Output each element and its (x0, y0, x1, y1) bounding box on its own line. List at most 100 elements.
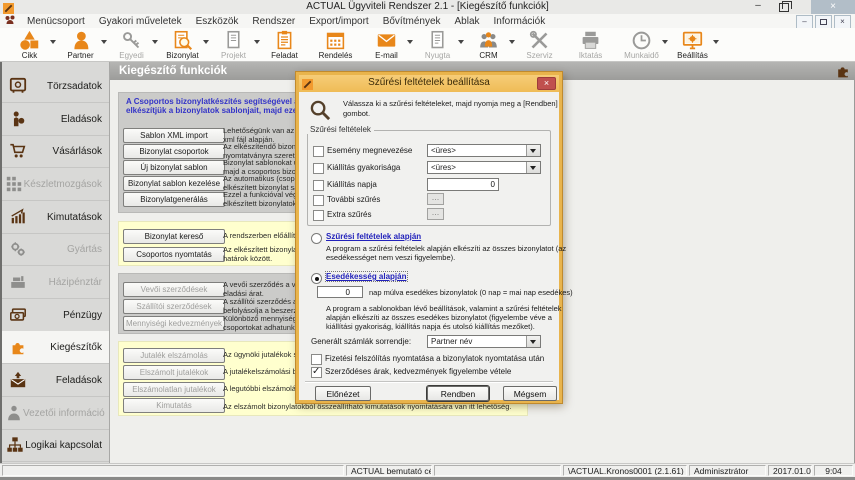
toolbar-item-bizonylat[interactable]: Bizonylat (157, 28, 208, 61)
sidebar-item-torzsadatok[interactable]: Törzsadatok (2, 70, 109, 103)
mdi-minimize-button[interactable]: – (796, 15, 813, 29)
minimize-button[interactable]: – (749, 0, 767, 13)
toolbar-item-cikk[interactable]: Cikk (4, 28, 55, 61)
button-description: Különböző mennyiségtőcsoportokat adhatun… (223, 314, 303, 332)
toolbar-item-partner[interactable]: Partner (55, 28, 106, 61)
button-description: A legutóbbi elszámolás ó (223, 384, 306, 393)
menu-eszkozok[interactable]: Eszközök (189, 16, 246, 27)
sidebar-item-eladasok[interactable]: Eladások (2, 103, 109, 136)
sidebar-item-feladasok[interactable]: Feladások (2, 364, 109, 397)
due-based-desc: kiállítási gyakoriság, kiállítás napja é… (326, 322, 535, 331)
sidebar-item-hazipenztar: Házipénztár (2, 266, 109, 299)
toolbar-item-email[interactable]: E-mail (361, 28, 412, 61)
extra-szures-checkbox[interactable] (313, 210, 324, 221)
application-window: ACTUAL Ügyviteli Rendszer 2.1 - [Kiegész… (0, 0, 855, 480)
cash-register-icon (5, 273, 31, 291)
toolbar-item-beallitas[interactable]: Beállítás (667, 28, 718, 61)
cancel-button[interactable]: Mégsem (503, 386, 557, 401)
menubar: Menücsoport Gyakori műveletek Eszközök R… (0, 14, 855, 28)
toolbar-item-egyedi: Egyedi (106, 28, 157, 61)
bizonylat-csoportok-button[interactable]: Bizonylat csoportok (123, 144, 225, 159)
menu-gyakori-muveletek[interactable]: Gyakori műveletek (92, 16, 189, 27)
mdi-window-controls: – × (796, 15, 851, 29)
kiallitas-napja-checkbox[interactable] (313, 180, 324, 191)
button-description: A jutalékelszámolási bizo (223, 367, 306, 376)
order-combobox[interactable]: Partner név (427, 335, 541, 348)
button-description: Az ügynöki jutalékok sze (223, 350, 305, 359)
document-icon (208, 30, 259, 51)
kiallitas-napja-input[interactable] (427, 178, 499, 191)
toolbar-item-feladat[interactable]: Feladat (259, 28, 310, 61)
chevron-down-icon[interactable] (526, 336, 540, 347)
status-empty-cell (434, 465, 561, 476)
payment-reminder-checkbox[interactable] (311, 354, 322, 365)
filter-based-radio-label[interactable]: Szűrési feltételek alapján (326, 232, 421, 241)
jutalek-elszamolas-button: Jutalék elszámolás (123, 348, 225, 363)
contract-prices-checkbox[interactable] (311, 367, 322, 378)
bizonylatgeneralas-button[interactable]: Bizonylatgenerálás (123, 192, 225, 207)
toolbar-item-rendeles[interactable]: Rendelés (310, 28, 361, 61)
sidebar-item-vasarlasok[interactable]: Vásárlások (2, 135, 109, 168)
due-based-radio[interactable] (311, 273, 322, 284)
restore-button[interactable] (779, 3, 789, 12)
filter-based-desc: A program a szűrési feltételek alapján e… (326, 244, 566, 253)
menu-export-import[interactable]: Export/import (302, 16, 375, 27)
elszamolt-jutalekok-button: Elszámolt jutalékok (123, 365, 225, 380)
sidebar: Törzsadatok Eladások Vásárlások Készletm… (2, 62, 110, 463)
sidebar-item-logikai-kapcsolat[interactable]: Logikai kapcsolat (2, 429, 109, 462)
close-button[interactable]: × (811, 0, 855, 14)
payment-reminder-label: Fizetési felszólítás nyomtatása a bizony… (325, 354, 544, 363)
envelope-send-icon (5, 371, 31, 389)
kiallitas-gyakorisaga-combobox[interactable]: <üres> (427, 161, 541, 174)
sidebar-item-penzugy[interactable]: Pénzügy (2, 299, 109, 332)
grid-icon (5, 175, 24, 193)
tovabbi-szures-label: További szűrés (327, 195, 380, 204)
uj-bizonylat-sablon-button[interactable]: Új bizonylat sablon (123, 160, 225, 175)
esemeny-checkbox[interactable] (313, 146, 324, 157)
menu-rendszer[interactable]: Rendszer (245, 16, 302, 27)
due-based-radio-label[interactable]: Esedékesség alapján (326, 272, 407, 281)
envelope-icon (361, 30, 412, 51)
esemeny-label: Esemény megnevezése (327, 146, 412, 155)
esemeny-combobox[interactable]: <üres> (427, 144, 541, 157)
sidebar-item-kiegeszitok[interactable]: Kiegészítők (2, 331, 109, 364)
magnifier-icon (309, 99, 332, 127)
extra-szures-label: Extra szűrés (327, 210, 371, 219)
page-title: Kiegészítő funkciók (119, 65, 227, 77)
toolbar-item-szerviz: Szerviz (514, 28, 565, 61)
menu-informaciok[interactable]: Információk (487, 16, 553, 27)
mdi-close-button[interactable]: × (834, 15, 851, 29)
due-days-input[interactable] (317, 286, 363, 298)
menu-menucsoport[interactable]: Menücsoport (20, 16, 92, 27)
toolbar-item-crm[interactable]: CRM (463, 28, 514, 61)
preview-button[interactable]: Előnézet (315, 386, 371, 401)
org-tree-icon (5, 436, 25, 454)
due-days-suffix: nap múlva esedékes bizonylatok (0 nap = … (369, 288, 573, 297)
ok-button[interactable]: Rendben (427, 386, 489, 401)
chevron-down-icon[interactable] (526, 145, 540, 156)
close-icon[interactable]: × (537, 77, 556, 90)
extra-szures-ellipsis-button: ... (427, 208, 444, 220)
menu-ablak[interactable]: Ablak (448, 16, 487, 27)
bizonylat-sablon-kezelese-button[interactable]: Bizonylat sablon kezelése (123, 176, 225, 191)
statusbar: ACTUAL bemutató cég \ACTUAL.Kronos0001 (… (0, 463, 855, 477)
tovabbi-szures-checkbox[interactable] (313, 195, 324, 206)
person-info-icon (5, 404, 23, 422)
mdi-restore-button[interactable] (815, 15, 832, 29)
sidebar-item-kimutatasok[interactable]: Kimutatások (2, 201, 109, 234)
system-menu-icon[interactable] (4, 14, 16, 29)
chevron-down-icon[interactable] (526, 162, 540, 173)
filter-group-legend: Szűrési feltételek (307, 125, 374, 134)
csoportos-nyomtatas-button[interactable]: Csoportos nyomtatás (123, 247, 225, 262)
cart-icon (5, 142, 31, 160)
chevron-down-icon[interactable] (713, 40, 719, 47)
menu-bovitmenyek[interactable]: Bővítmények (376, 16, 448, 27)
due-based-desc: A program a sablonokban lévő beállítások… (326, 304, 562, 313)
kiallitas-gyakorisaga-checkbox[interactable] (313, 163, 324, 174)
filter-based-radio[interactable] (311, 233, 322, 244)
sablon-xml-import-button[interactable]: Sablon XML import (123, 128, 225, 143)
bizonylat-kereso-button[interactable]: Bizonylat kereső (123, 229, 225, 244)
contract-prices-label: Szerződéses árak, kedvezmények figyelemb… (325, 367, 511, 376)
clock-icon (616, 30, 667, 51)
button-description: A rendszerben előállíto (223, 231, 299, 240)
